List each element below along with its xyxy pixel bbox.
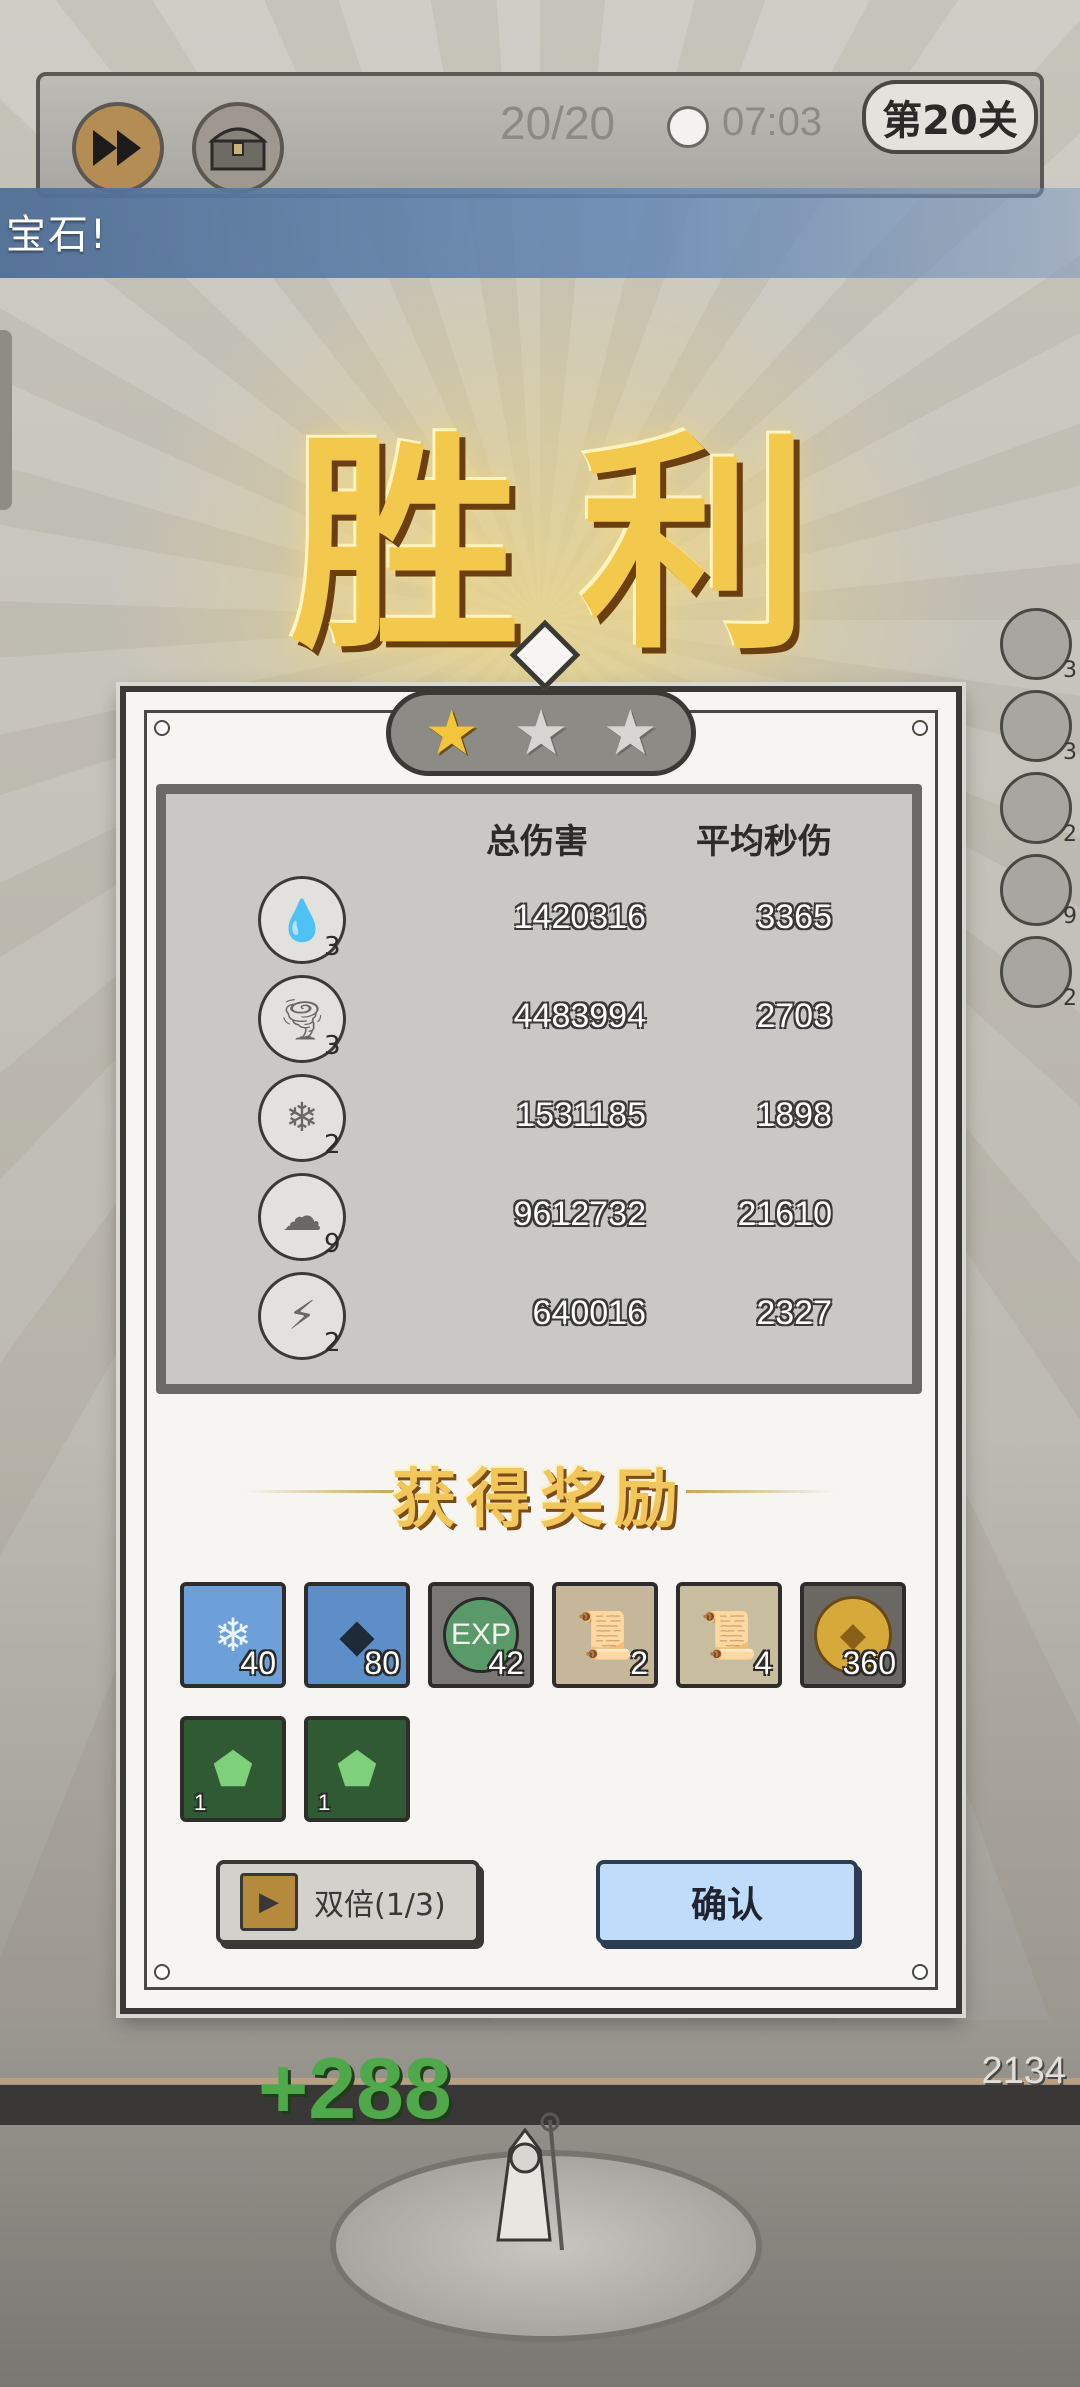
skill-level: 3 bbox=[324, 1031, 341, 1061]
star-icon-empty: ★ bbox=[602, 696, 659, 769]
header-total-damage: 总伤害 bbox=[486, 822, 588, 862]
avg-dps-value: 2327 bbox=[756, 1294, 832, 1332]
fast-forward-button[interactable] bbox=[72, 102, 164, 194]
ground-trim bbox=[0, 2078, 1080, 2084]
chest-button[interactable] bbox=[192, 102, 284, 194]
reward-item[interactable]: 📜 4 bbox=[676, 1582, 782, 1688]
star-icon-empty: ★ bbox=[513, 696, 569, 769]
star-rating: ★ ★ ★ bbox=[386, 690, 696, 776]
skill-stat-row: ❄ 2 1531185 1898 bbox=[166, 1074, 912, 1164]
total-damage-value: 4483994 bbox=[513, 997, 646, 1035]
reward-item[interactable]: ◆ 80 bbox=[304, 1582, 410, 1688]
rivet bbox=[912, 720, 928, 736]
skill-stat-row: 🌪 3 4483994 2703 bbox=[166, 975, 912, 1065]
battle-timer: 07:03 bbox=[722, 100, 823, 144]
notice-text: 宝石! bbox=[6, 212, 109, 258]
skill-stat-row: ☁ 9 9612732 21610 bbox=[166, 1173, 912, 1263]
side-skill-tornado: 3 bbox=[1000, 690, 1077, 765]
side-skill-level: 2 bbox=[1063, 986, 1077, 1011]
skill-stat-row: ⚡ 2 640016 2327 bbox=[166, 1272, 912, 1362]
reward-count: 4 bbox=[754, 1645, 772, 1681]
rivet bbox=[912, 1964, 928, 1980]
equipped-skill-stack: 3 3 2 9 2 bbox=[1000, 608, 1077, 1018]
score-counter: 2134 bbox=[981, 2050, 1066, 2092]
rewards-title: 获得奖励 bbox=[392, 1462, 688, 1537]
reward-count: 1 bbox=[194, 1790, 207, 1815]
reward-item[interactable]: 📜 2 bbox=[552, 1582, 658, 1688]
total-damage-value: 1420316 bbox=[513, 898, 646, 936]
rivet bbox=[154, 1964, 170, 1980]
reward-item[interactable]: ⬟ 1 bbox=[304, 1716, 410, 1822]
reward-item[interactable]: ❄ 40 bbox=[180, 1582, 286, 1688]
reward-count: 360 bbox=[842, 1645, 896, 1681]
header-avg-dps: 平均秒伤 bbox=[696, 822, 832, 862]
confirm-button[interactable]: 确认 bbox=[596, 1860, 858, 1944]
reward-item[interactable]: EXP 42 bbox=[428, 1582, 534, 1688]
side-skill-storm: 9 bbox=[1000, 854, 1077, 929]
avg-dps-value: 2703 bbox=[756, 997, 832, 1035]
side-skill-bolt: 2 bbox=[1000, 936, 1077, 1011]
wizard-character bbox=[496, 2112, 564, 2251]
reward-item[interactable]: ◆ 360 bbox=[800, 1582, 906, 1688]
side-skill-level: 2 bbox=[1063, 822, 1077, 847]
wave-counter: 20/20 bbox=[500, 97, 616, 149]
double-reward-button[interactable]: ▶ 双倍(1/3) bbox=[216, 1860, 480, 1944]
star-icon-filled: ★ bbox=[423, 696, 480, 769]
side-skill-water: 3 bbox=[1000, 608, 1077, 683]
skill-level: 2 bbox=[324, 1130, 341, 1160]
reward-item[interactable]: ⬟ 1 bbox=[180, 1716, 286, 1822]
avg-dps-value: 1898 bbox=[756, 1096, 832, 1134]
damage-stats-panel: 总伤害 平均秒伤 💧 3 1420316 3365 🌪 3 4483994 27… bbox=[156, 784, 922, 1394]
gain-popup: +288 bbox=[258, 2041, 452, 2137]
reward-count: 2 bbox=[630, 1645, 648, 1681]
reward-count: 1 bbox=[318, 1790, 331, 1815]
side-skill-level: 3 bbox=[1063, 740, 1077, 765]
skill-stat-row: 💧 3 1420316 3365 bbox=[166, 876, 912, 966]
side-skill-level: 3 bbox=[1063, 658, 1077, 683]
skill-level: 9 bbox=[324, 1229, 341, 1259]
notice-banner: 宝石! bbox=[0, 188, 1080, 278]
double-button-label: 双倍(1/3) bbox=[314, 1888, 446, 1923]
skill-level: 3 bbox=[324, 932, 341, 962]
skill-level: 2 bbox=[324, 1328, 341, 1358]
reward-count: 42 bbox=[488, 1645, 524, 1681]
clock-icon bbox=[667, 106, 709, 148]
total-damage-value: 9612732 bbox=[513, 1195, 646, 1233]
fast-forward-icon bbox=[93, 130, 141, 166]
avg-dps-value: 21610 bbox=[737, 1195, 832, 1233]
total-damage-value: 640016 bbox=[532, 1294, 646, 1332]
chest-icon bbox=[208, 127, 268, 171]
rivet bbox=[154, 720, 170, 736]
side-skill-level: 9 bbox=[1063, 904, 1077, 929]
video-play-icon: ▶ bbox=[240, 1873, 298, 1931]
reward-count: 40 bbox=[240, 1645, 276, 1681]
reward-count: 80 bbox=[364, 1645, 400, 1681]
level-badge: 第20关 bbox=[862, 80, 1038, 154]
side-skill-crystal: 2 bbox=[1000, 772, 1077, 847]
total-damage-value: 1531185 bbox=[516, 1096, 646, 1134]
avg-dps-value: 3365 bbox=[756, 898, 832, 936]
